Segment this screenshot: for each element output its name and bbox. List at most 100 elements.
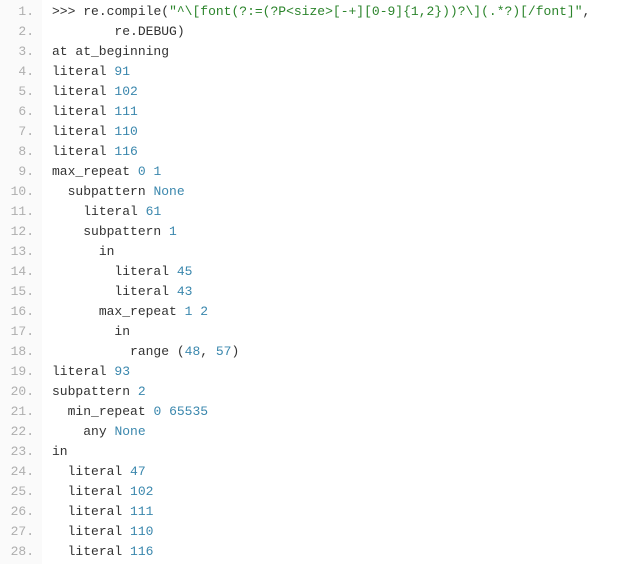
code-token: literal <box>52 104 114 119</box>
code-token <box>52 544 68 559</box>
code-token: . <box>130 24 138 39</box>
code-token: 0 <box>138 164 146 179</box>
code-token: literal <box>52 64 114 79</box>
code-token: 116 <box>114 144 137 159</box>
code-line: literal 45 <box>52 262 590 282</box>
line-number: 8. <box>0 142 34 162</box>
code-token: literal <box>68 524 130 539</box>
line-number: 16. <box>0 302 34 322</box>
line-number: 3. <box>0 42 34 62</box>
code-token: literal <box>52 84 114 99</box>
code-token <box>52 24 114 39</box>
code-token <box>52 504 68 519</box>
code-token: ) <box>177 24 185 39</box>
code-token <box>52 184 68 199</box>
code-line: literal 47 <box>52 462 590 482</box>
code-block: 1.2.3.4.5.6.7.8.9.10.11.12.13.14.15.16.1… <box>0 0 629 564</box>
code-token: literal <box>68 544 130 559</box>
line-number: 18. <box>0 342 34 362</box>
code-line: literal 93 <box>52 362 590 382</box>
code-content: >>> re.compile("^\[font(?:=(?P<size>[-+]… <box>42 0 590 564</box>
code-line: >>> re.compile("^\[font(?:=(?P<size>[-+]… <box>52 2 590 22</box>
line-number: 2. <box>0 22 34 42</box>
line-number: 5. <box>0 82 34 102</box>
code-token: subpattern <box>68 184 154 199</box>
line-number: 9. <box>0 162 34 182</box>
code-token <box>52 204 83 219</box>
code-token: None <box>114 424 145 439</box>
code-token: literal <box>83 204 145 219</box>
code-line: in <box>52 242 590 262</box>
code-token <box>52 244 99 259</box>
code-line: any None <box>52 422 590 442</box>
code-token: 48 <box>185 344 201 359</box>
line-number: 24. <box>0 462 34 482</box>
code-token <box>52 304 99 319</box>
code-token: literal <box>68 484 130 499</box>
code-token: 102 <box>130 484 153 499</box>
code-line: in <box>52 442 590 462</box>
code-line: range (48, 57) <box>52 342 590 362</box>
code-line: literal 116 <box>52 142 590 162</box>
code-token: 91 <box>114 64 130 79</box>
code-line: literal 61 <box>52 202 590 222</box>
code-token <box>161 404 169 419</box>
code-line: literal 110 <box>52 522 590 542</box>
code-token: literal <box>52 364 114 379</box>
line-number: 21. <box>0 402 34 422</box>
code-line: literal 43 <box>52 282 590 302</box>
code-token <box>52 324 114 339</box>
code-token: 2 <box>138 384 146 399</box>
code-token: any <box>83 424 114 439</box>
line-number: 25. <box>0 482 34 502</box>
code-token: 43 <box>177 284 193 299</box>
code-token: literal <box>68 504 130 519</box>
code-token <box>52 424 83 439</box>
line-number: 27. <box>0 522 34 542</box>
code-token: 2 <box>200 304 208 319</box>
code-token <box>52 524 68 539</box>
code-line: subpattern 2 <box>52 382 590 402</box>
code-token: . <box>99 4 107 19</box>
code-token: DEBUG <box>138 24 177 39</box>
code-token: subpattern <box>83 224 169 239</box>
line-number: 23. <box>0 442 34 462</box>
code-token: max_repeat <box>99 304 185 319</box>
code-token: >>> <box>52 4 83 19</box>
code-token: at at_beginning <box>52 44 169 59</box>
code-token: in <box>114 324 130 339</box>
line-number: 7. <box>0 122 34 142</box>
code-token: literal <box>68 464 130 479</box>
code-line: max_repeat 0 1 <box>52 162 590 182</box>
line-number: 15. <box>0 282 34 302</box>
code-token: compile <box>107 4 162 19</box>
code-token: ( <box>177 344 185 359</box>
line-number: 12. <box>0 222 34 242</box>
code-token: literal <box>52 144 114 159</box>
code-token: ( <box>161 4 169 19</box>
code-token <box>52 284 114 299</box>
line-number: 13. <box>0 242 34 262</box>
code-line: at at_beginning <box>52 42 590 62</box>
code-token: ) <box>231 344 239 359</box>
code-line: literal 91 <box>52 62 590 82</box>
code-token <box>52 404 68 419</box>
code-line: literal 111 <box>52 502 590 522</box>
code-token <box>52 224 83 239</box>
code-token: 47 <box>130 464 146 479</box>
code-line: subpattern 1 <box>52 222 590 242</box>
code-token: , <box>583 4 591 19</box>
code-line: literal 110 <box>52 122 590 142</box>
line-number: 11. <box>0 202 34 222</box>
code-token: 93 <box>114 364 130 379</box>
line-number: 20. <box>0 382 34 402</box>
code-token: in <box>99 244 115 259</box>
code-token: 111 <box>130 504 153 519</box>
code-token: 116 <box>130 544 153 559</box>
code-token <box>52 264 114 279</box>
code-line: literal 102 <box>52 82 590 102</box>
code-token: range <box>130 344 177 359</box>
code-token <box>52 484 68 499</box>
code-token: max_repeat <box>52 164 138 179</box>
code-token: 45 <box>177 264 193 279</box>
